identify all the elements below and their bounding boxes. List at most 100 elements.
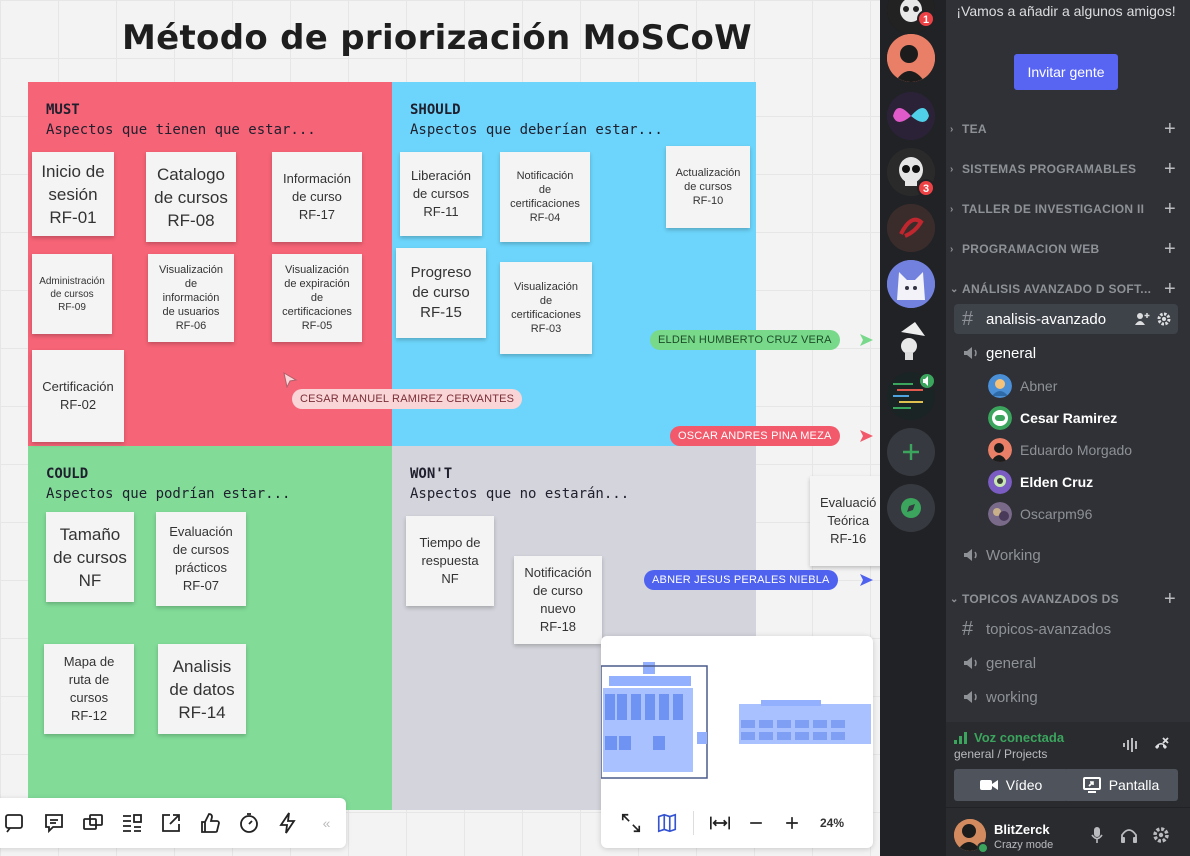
add-channel-icon[interactable]: + — [1160, 588, 1180, 611]
server-icon-silhouette[interactable] — [887, 34, 935, 82]
voice-channel-topicos-general[interactable]: general — [954, 648, 1178, 678]
zoom-level[interactable]: 24% — [820, 816, 844, 830]
voice-connection-panel: Voz conectada general / Projects Vídeo P… — [946, 722, 1190, 808]
gear-icon[interactable] — [1156, 311, 1172, 327]
voice-status[interactable]: Voz conectada — [974, 730, 1064, 745]
sticky-note[interactable]: Analisis de datos RF-14 — [158, 644, 246, 734]
voice-user[interactable]: Elden Cruz — [988, 468, 1093, 496]
zoom-in-icon[interactable] — [774, 807, 810, 839]
channel-analisis-avanzado[interactable]: # analisis-avanzado — [954, 304, 1178, 334]
add-server-button[interactable] — [887, 428, 935, 476]
minimap-canvas[interactable] — [601, 636, 873, 794]
noise-suppression-icon[interactable] — [1122, 737, 1140, 753]
whiteboard-canvas[interactable]: Método de priorización MoSCoW MUST Aspect… — [0, 0, 880, 856]
wont-subtitle: Aspectos que no estarán... — [410, 486, 630, 502]
username[interactable]: BlitZerck — [994, 822, 1050, 837]
category-analisis[interactable]: ⌄ ANÁLISIS AVANZADO D SOFT... + — [950, 278, 1180, 301]
sticky-note[interactable]: Evaluació Teórica RF-16 — [810, 476, 880, 566]
sticky-note[interactable]: Catalogo de cursos RF-08 — [146, 152, 236, 242]
could-title: COULD — [46, 466, 89, 482]
voice-user[interactable]: Abner — [988, 372, 1057, 400]
share-icon[interactable] — [152, 803, 191, 843]
explore-servers-button[interactable] — [887, 484, 935, 532]
screen-share-button[interactable]: Pantalla — [1064, 769, 1178, 801]
chevron-right-icon: › — [950, 243, 954, 255]
speaker-icon — [962, 687, 986, 707]
sticky-note[interactable]: Liberación de cursos RF-11 — [400, 152, 482, 236]
voice-channel-working[interactable]: Working — [954, 540, 1178, 570]
sticky-note[interactable]: Información de curso RF-17 — [272, 152, 362, 242]
server-icon-astronaut[interactable] — [887, 316, 935, 364]
headphones-icon[interactable] — [1120, 826, 1138, 844]
speaker-icon — [962, 545, 986, 565]
avatar — [988, 470, 1012, 494]
sticky-note[interactable]: Visualización de certificaciones RF-03 — [500, 262, 592, 354]
voice-location[interactable]: general / Projects — [954, 747, 1047, 761]
category-topicos[interactable]: ⌄ TOPICOS AVANZADOS DS + — [950, 588, 1180, 611]
user-settings-gear-icon[interactable] — [1152, 826, 1170, 844]
fit-width-icon[interactable] — [702, 807, 738, 839]
avatar — [988, 406, 1012, 430]
sticky-note[interactable]: Actualización de cursos RF-10 — [666, 146, 750, 228]
user-panel: BlitZerck Crazy mode — [946, 808, 1190, 856]
channel-topicos-avanzados[interactable]: # topicos-avanzados — [954, 614, 1178, 644]
sticky-note[interactable]: Progreso de curso RF-15 — [396, 248, 486, 338]
fullscreen-icon[interactable] — [613, 807, 649, 839]
category-sistemas[interactable]: › SISTEMAS PROGRAMABLES + — [950, 158, 1180, 181]
add-channel-icon[interactable]: + — [1160, 198, 1180, 221]
speaker-icon — [962, 343, 986, 363]
comment-icon[interactable] — [35, 803, 74, 843]
sticky-note[interactable]: Certificación RF-02 — [32, 350, 124, 442]
sticky-note[interactable]: Visualización de expiración de certifica… — [272, 254, 362, 342]
unread-badge: 1 — [917, 10, 935, 28]
voice-channel-general[interactable]: general — [954, 338, 1178, 368]
invite-member-icon[interactable] — [1134, 311, 1150, 327]
server-icon-butterfly[interactable] — [887, 92, 935, 140]
add-channel-icon[interactable]: + — [1160, 118, 1180, 141]
category-tea[interactable]: › TEA + — [950, 118, 1180, 141]
voice-user[interactable]: Oscarpm96 — [988, 500, 1092, 528]
video-button[interactable]: Vídeo — [954, 769, 1068, 801]
voice-user[interactable]: Eduardo Morgado — [988, 436, 1132, 464]
add-channel-icon[interactable]: + — [1160, 238, 1180, 261]
chevron-down-icon: ⌄ — [950, 593, 959, 605]
chevron-right-icon: › — [950, 203, 954, 215]
category-taller[interactable]: › TALLER DE INVESTIGACION II + — [950, 198, 1180, 221]
plus-icon — [903, 444, 919, 460]
disconnect-icon[interactable] — [1152, 736, 1170, 754]
frame-icon[interactable] — [0, 803, 35, 843]
bolt-icon[interactable] — [268, 803, 307, 843]
voice-channel-topicos-working[interactable]: working — [954, 682, 1178, 712]
timer-icon[interactable] — [229, 803, 268, 843]
add-channel-icon[interactable]: + — [1160, 278, 1180, 301]
sticky-note[interactable]: Notificación de curso nuevo RF-18 — [514, 556, 602, 644]
sticky-note[interactable]: Visualización de información de usuarios… — [148, 254, 234, 342]
sticky-note[interactable]: Notificación de certificaciones RF-04 — [500, 152, 590, 242]
channel-sidebar: ¡Vamos a añadir a algunos amigos! Invita… — [946, 0, 1190, 856]
sticky-note[interactable]: Tamaño de cursos NF — [46, 512, 134, 602]
category-web[interactable]: › PROGRAMACION WEB + — [950, 238, 1180, 261]
sticky-note[interactable]: Tiempo de respuesta NF — [406, 516, 494, 606]
invite-people-button[interactable]: Invitar gente — [1014, 54, 1118, 90]
server-icon-cat[interactable] — [887, 260, 935, 308]
sticky-note[interactable]: Evaluación de cursos prácticos RF-07 — [156, 512, 246, 606]
screen-share-icon — [1082, 777, 1101, 793]
bottom-toolbar: « — [0, 798, 346, 848]
video-chat-icon[interactable] — [74, 803, 113, 843]
server-icon-red-symbol[interactable] — [887, 204, 935, 252]
sticky-note[interactable]: Inicio de sesión RF-01 — [32, 152, 114, 236]
zoom-out-icon[interactable] — [738, 807, 774, 839]
collaborator-cursor-label: OSCAR ANDRES PINA MEZA — [670, 426, 840, 446]
voice-user[interactable]: Cesar Ramirez — [988, 404, 1117, 432]
collapse-chevron-icon[interactable]: « — [307, 815, 346, 831]
sticky-note[interactable]: Administración de cursos RF-09 — [32, 254, 112, 334]
vote-icon[interactable] — [190, 803, 229, 843]
microphone-icon[interactable] — [1090, 826, 1104, 844]
camera-icon — [979, 780, 998, 790]
sticky-note[interactable]: Mapa de ruta de cursos RF-12 — [44, 644, 134, 734]
map-icon[interactable] — [649, 807, 685, 839]
add-channel-icon[interactable]: + — [1160, 158, 1180, 181]
collaborator-cursor-label: ELDEN HUMBERTO CRUZ VERA — [650, 330, 840, 350]
minimap-panel: 24% — [601, 636, 873, 848]
cards-icon[interactable] — [113, 803, 152, 843]
